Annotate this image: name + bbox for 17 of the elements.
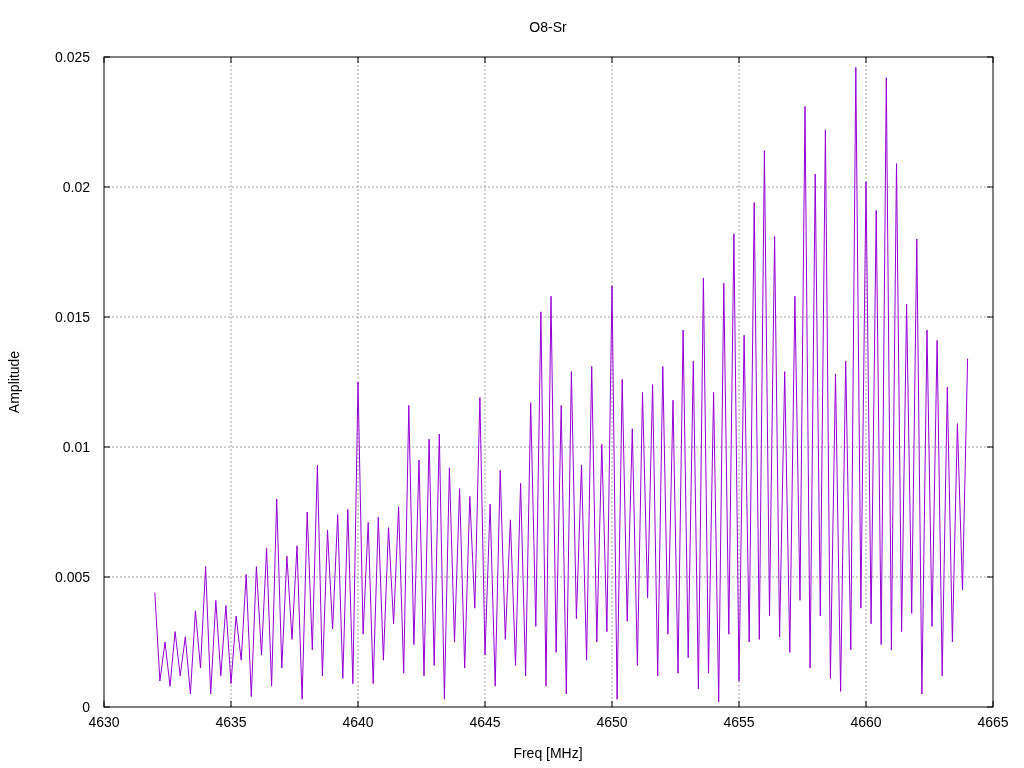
- tick-label: 4665: [977, 714, 1009, 730]
- tick-label: 0.01: [62, 439, 90, 455]
- tick-label: 4645: [469, 714, 501, 730]
- tick-label: 4655: [723, 714, 755, 730]
- tick-label: 4635: [215, 714, 247, 730]
- tick-label: 0.025: [54, 49, 90, 65]
- axis-label: Amplitude: [6, 350, 22, 414]
- tick-label: 4660: [850, 714, 882, 730]
- tick-label: 0: [82, 699, 90, 715]
- tick-label: 4650: [596, 714, 628, 730]
- chart-title: O8-Sr: [529, 19, 567, 35]
- tick-label: 0.005: [54, 569, 90, 585]
- tick-label: 4640: [342, 714, 374, 730]
- tick-label: 0.02: [62, 179, 90, 195]
- axis-label: Freq [MHz]: [513, 745, 583, 761]
- tick-label: 0.015: [54, 309, 90, 325]
- tick-label: 4630: [88, 714, 120, 730]
